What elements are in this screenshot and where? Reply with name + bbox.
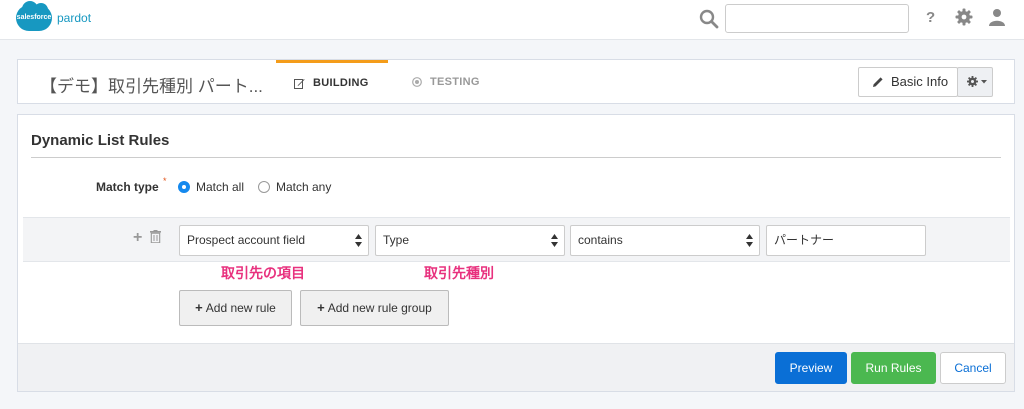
add-new-rule-group-label: Add new rule group	[327, 301, 432, 315]
form-actions-bar: Preview Run Rules Cancel	[18, 343, 1014, 391]
salesforce-logo[interactable]: salesforce	[16, 1, 52, 31]
field-value: Type	[383, 233, 410, 247]
select-arrows-icon	[551, 234, 558, 247]
pencil-icon	[873, 77, 883, 87]
annotation-account-type: 取引先種別	[424, 265, 494, 281]
tab-building-label: BUILDING	[313, 77, 369, 89]
section-title: Dynamic List Rules	[31, 132, 170, 149]
match-any-label[interactable]: Match any	[276, 180, 331, 194]
operator-value: contains	[578, 233, 623, 247]
search-icon[interactable]	[699, 9, 719, 29]
annotation-account-field: 取引先の項目	[221, 265, 305, 281]
match-any-radio[interactable]	[258, 181, 270, 193]
required-marker: *	[163, 176, 167, 186]
rule-row: + Prospect account field Type contains パ…	[23, 217, 1010, 262]
add-new-rule-group-button[interactable]: + Add new rule group	[300, 290, 449, 326]
tab-testing[interactable]: TESTING	[410, 60, 510, 104]
field-select[interactable]: Type	[375, 225, 565, 256]
field-category-value: Prospect account field	[187, 233, 306, 247]
tab-testing-label: TESTING	[430, 76, 480, 88]
plus-icon: +	[195, 300, 203, 315]
list-header-card: 【デモ】取引先種別 パート... BUILDING TESTING Basic …	[17, 59, 1015, 104]
add-new-rule-button[interactable]: + Add new rule	[179, 290, 292, 326]
preview-button[interactable]: Preview	[775, 352, 847, 384]
field-category-select[interactable]: Prospect account field	[179, 225, 369, 256]
search-input[interactable]	[725, 4, 909, 33]
plus-icon: +	[317, 300, 325, 315]
gear-icon	[967, 76, 987, 87]
rule-value-input[interactable]: パートナー	[766, 225, 926, 256]
settings-dropdown-button[interactable]	[957, 67, 993, 97]
top-nav-bar: salesforce pardot ?	[0, 0, 1024, 40]
edit-icon	[294, 78, 305, 89]
add-new-rule-label: Add new rule	[205, 301, 276, 315]
tab-building[interactable]: BUILDING	[276, 60, 388, 104]
basic-info-label: Basic Info	[891, 74, 949, 89]
list-title: 【デモ】取引先種別 パート...	[40, 77, 263, 96]
match-all-radio[interactable]	[178, 181, 190, 193]
target-icon	[412, 77, 422, 87]
operator-select[interactable]: contains	[570, 225, 760, 256]
basic-info-button[interactable]: Basic Info	[858, 67, 958, 97]
add-icon[interactable]: +	[133, 229, 142, 247]
select-arrows-icon	[355, 234, 362, 247]
cancel-button[interactable]: Cancel	[940, 352, 1006, 384]
rule-value-text: パートナー	[774, 233, 835, 247]
match-type-label: Match type	[96, 180, 159, 194]
dynamic-list-rules-card: Dynamic List Rules Match type * Match al…	[17, 114, 1015, 392]
help-icon[interactable]: ?	[926, 9, 935, 26]
trash-icon[interactable]	[150, 230, 161, 243]
caret-down-icon	[981, 80, 987, 84]
section-divider	[31, 157, 1001, 158]
match-all-label[interactable]: Match all	[196, 180, 244, 194]
pardot-logo-text[interactable]: pardot	[57, 11, 91, 25]
run-rules-button[interactable]: Run Rules	[851, 352, 936, 384]
gear-icon[interactable]	[955, 8, 973, 26]
select-arrows-icon	[746, 234, 753, 247]
user-profile-icon[interactable]	[988, 8, 1006, 26]
